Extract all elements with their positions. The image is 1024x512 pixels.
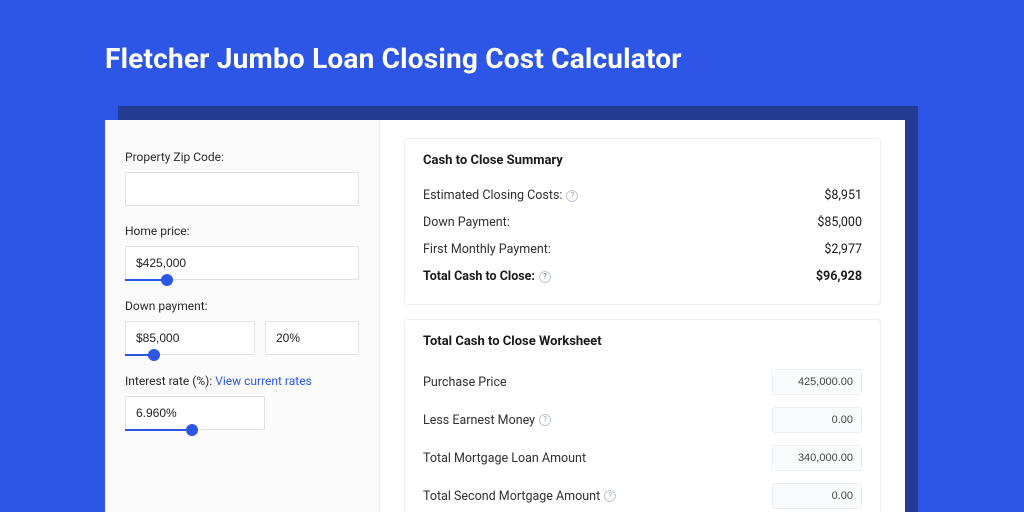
interest-rate-field: Interest rate (%): View current rates (125, 374, 359, 431)
down-payment-pct-input[interactable] (265, 321, 359, 355)
down-payment-label: Down payment: (125, 299, 359, 313)
home-price-label: Home price: (125, 224, 359, 238)
worksheet-row-mortgage-amount: Total Mortgage Loan Amount (423, 439, 862, 477)
worksheet-mortgage-amount-input[interactable] (772, 445, 862, 471)
worksheet-row-earnest-money: Less Earnest Money ? (423, 401, 862, 439)
interest-rate-slider[interactable] (125, 429, 265, 431)
worksheet-title: Total Cash to Close Worksheet (423, 334, 862, 349)
help-icon[interactable]: ? (604, 490, 616, 502)
summary-row-closing-costs: Estimated Closing Costs: ? $8,951 (423, 182, 862, 209)
interest-rate-label: Interest rate (%): (125, 374, 212, 388)
zip-input[interactable] (125, 172, 359, 206)
page-title: Fletcher Jumbo Loan Closing Cost Calcula… (105, 42, 682, 75)
summary-row-label: First Monthly Payment: (423, 242, 551, 257)
worksheet-row-second-mortgage: Total Second Mortgage Amount ? (423, 477, 862, 512)
worksheet-purchase-price-input[interactable] (772, 369, 862, 395)
results-pane: Cash to Close Summary Estimated Closing … (380, 120, 905, 512)
summary-panel: Cash to Close Summary Estimated Closing … (404, 138, 881, 305)
summary-row-label: Estimated Closing Costs: (423, 188, 562, 203)
summary-total-value: $96,928 (816, 269, 862, 284)
down-payment-input[interactable] (125, 321, 255, 355)
worksheet-row-label: Purchase Price (423, 375, 507, 390)
home-price-field: Home price: (125, 224, 359, 281)
down-payment-field: Down payment: (125, 299, 359, 356)
worksheet-row-label: Total Mortgage Loan Amount (423, 451, 586, 466)
help-icon[interactable]: ? (539, 414, 551, 426)
inputs-pane: Property Zip Code: Home price: Down paym… (105, 120, 380, 512)
zip-label: Property Zip Code: (125, 150, 359, 164)
worksheet-row-purchase-price: Purchase Price (423, 363, 862, 401)
worksheet-earnest-money-input[interactable] (772, 407, 862, 433)
summary-row-down-payment: Down Payment: $85,000 (423, 209, 862, 236)
home-price-slider[interactable] (125, 279, 359, 281)
summary-row-value: $2,977 (824, 242, 862, 257)
summary-row-first-payment: First Monthly Payment: $2,977 (423, 236, 862, 263)
calculator-card: Property Zip Code: Home price: Down paym… (105, 120, 905, 512)
home-price-slider-thumb[interactable] (161, 274, 173, 286)
worksheet-row-label: Less Earnest Money (423, 413, 535, 428)
interest-rate-slider-thumb[interactable] (186, 424, 198, 436)
view-rates-link[interactable]: View current rates (215, 374, 312, 388)
zip-field: Property Zip Code: (125, 150, 359, 206)
summary-row-label: Down Payment: (423, 215, 510, 230)
summary-row-total: Total Cash to Close: ? $96,928 (423, 263, 862, 290)
help-icon[interactable]: ? (539, 271, 551, 283)
summary-total-label: Total Cash to Close: (423, 269, 535, 284)
summary-row-value: $85,000 (817, 215, 862, 230)
interest-rate-label-row: Interest rate (%): View current rates (125, 374, 359, 388)
home-price-input[interactable] (125, 246, 359, 280)
summary-title: Cash to Close Summary (423, 153, 862, 168)
worksheet-second-mortgage-input[interactable] (772, 483, 862, 509)
interest-rate-slider-fill (125, 429, 192, 431)
help-icon[interactable]: ? (566, 190, 578, 202)
summary-row-value: $8,951 (824, 188, 862, 203)
down-payment-slider[interactable] (125, 354, 270, 356)
worksheet-row-label: Total Second Mortgage Amount (423, 489, 600, 504)
worksheet-panel: Total Cash to Close Worksheet Purchase P… (404, 319, 881, 512)
down-payment-slider-thumb[interactable] (148, 349, 160, 361)
